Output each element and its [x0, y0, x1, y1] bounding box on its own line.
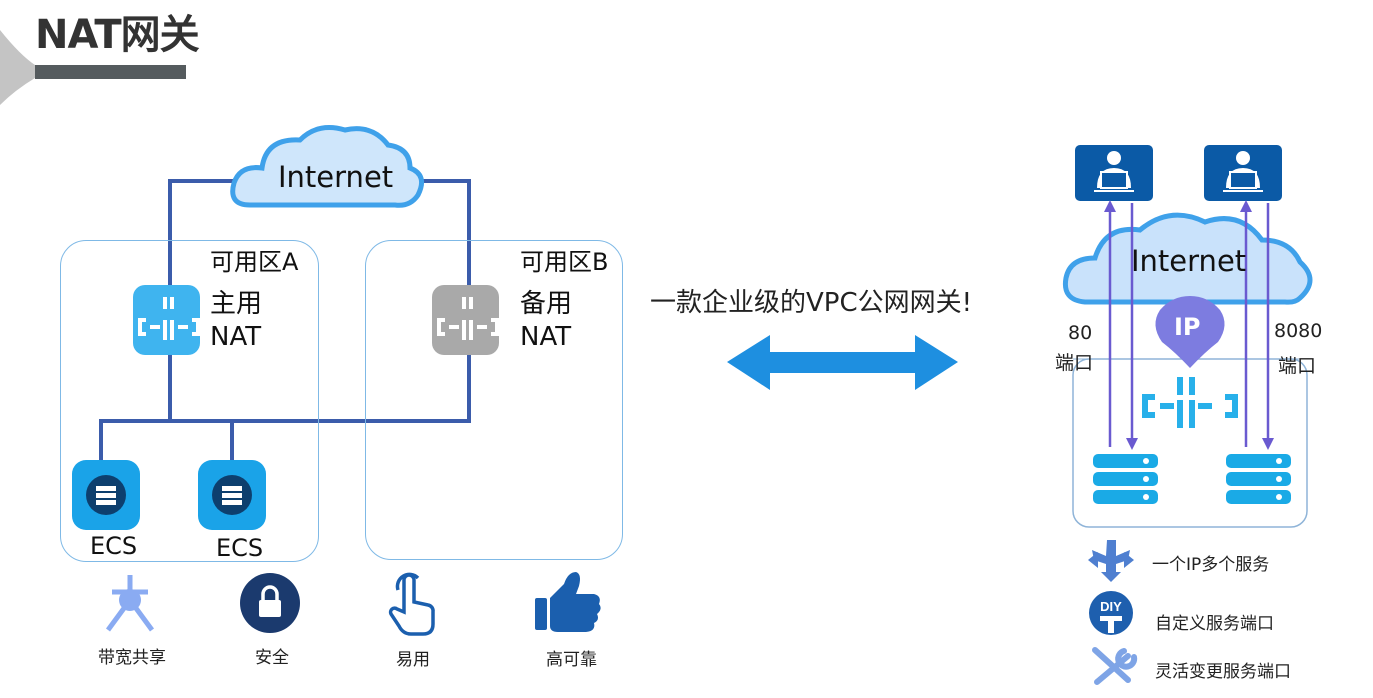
pointer-hand-icon — [388, 572, 435, 636]
backup-nat-line2: NAT — [520, 322, 572, 352]
port-80-label: 端口 — [1055, 352, 1094, 374]
feature-one-ip-multi-service: 一个IP多个服务 — [1152, 555, 1270, 575]
backup-nat-label: 备用 NAT — [520, 288, 572, 354]
port-8080-number: 8080 — [1274, 320, 1323, 342]
feature-high-reliability: 高可靠 — [546, 650, 597, 670]
title-underline — [35, 65, 186, 79]
user-icon — [1204, 145, 1282, 201]
backup-nat-line1: 备用 — [520, 289, 573, 319]
primary-nat-line2: NAT — [210, 322, 262, 352]
feature-custom-port: 自定义服务端口 — [1155, 614, 1274, 634]
split-arrows-icon — [1088, 540, 1134, 582]
bandwidth-share-icon — [105, 575, 155, 632]
lock-icon — [240, 573, 300, 633]
feature-ease-of-use: 易用 — [396, 650, 430, 670]
tagline: 一款企业级的VPC公网网关! — [650, 288, 973, 318]
ecs-label: ECS — [90, 532, 138, 560]
feature-security: 安全 — [255, 648, 289, 668]
ip-badge-label: IP — [1174, 313, 1201, 341]
page-title: NAT网关 — [35, 12, 200, 58]
double-arrow-icon — [727, 335, 958, 390]
thumbs-up-icon — [535, 572, 601, 632]
port-8080-label: 端口 — [1278, 355, 1317, 377]
feature-flexible-port-change: 灵活变更服务端口 — [1155, 662, 1291, 682]
primary-nat-label: 主用 NAT — [210, 288, 262, 354]
nat-gateway-icon — [1142, 377, 1238, 428]
diy-badge-text: DIY — [1100, 599, 1122, 614]
port-80-number: 80 — [1068, 322, 1093, 344]
zone-a-label: 可用区A — [210, 248, 299, 276]
user-icon — [1075, 145, 1153, 201]
decorative-shape — [0, 30, 35, 105]
ecs-label: ECS — [216, 534, 264, 562]
tools-icon — [1092, 647, 1138, 685]
server-icon — [1226, 454, 1291, 504]
internet-label-left: Internet — [278, 160, 394, 194]
availability-zone-a — [60, 240, 319, 562]
primary-nat-line1: 主用 — [210, 289, 263, 319]
feature-bandwidth-share: 带宽共享 — [98, 648, 166, 668]
server-icon — [1093, 454, 1158, 504]
zone-b-label: 可用区B — [520, 248, 609, 276]
internet-label-right: Internet — [1131, 244, 1247, 278]
availability-zone-b — [365, 240, 623, 560]
